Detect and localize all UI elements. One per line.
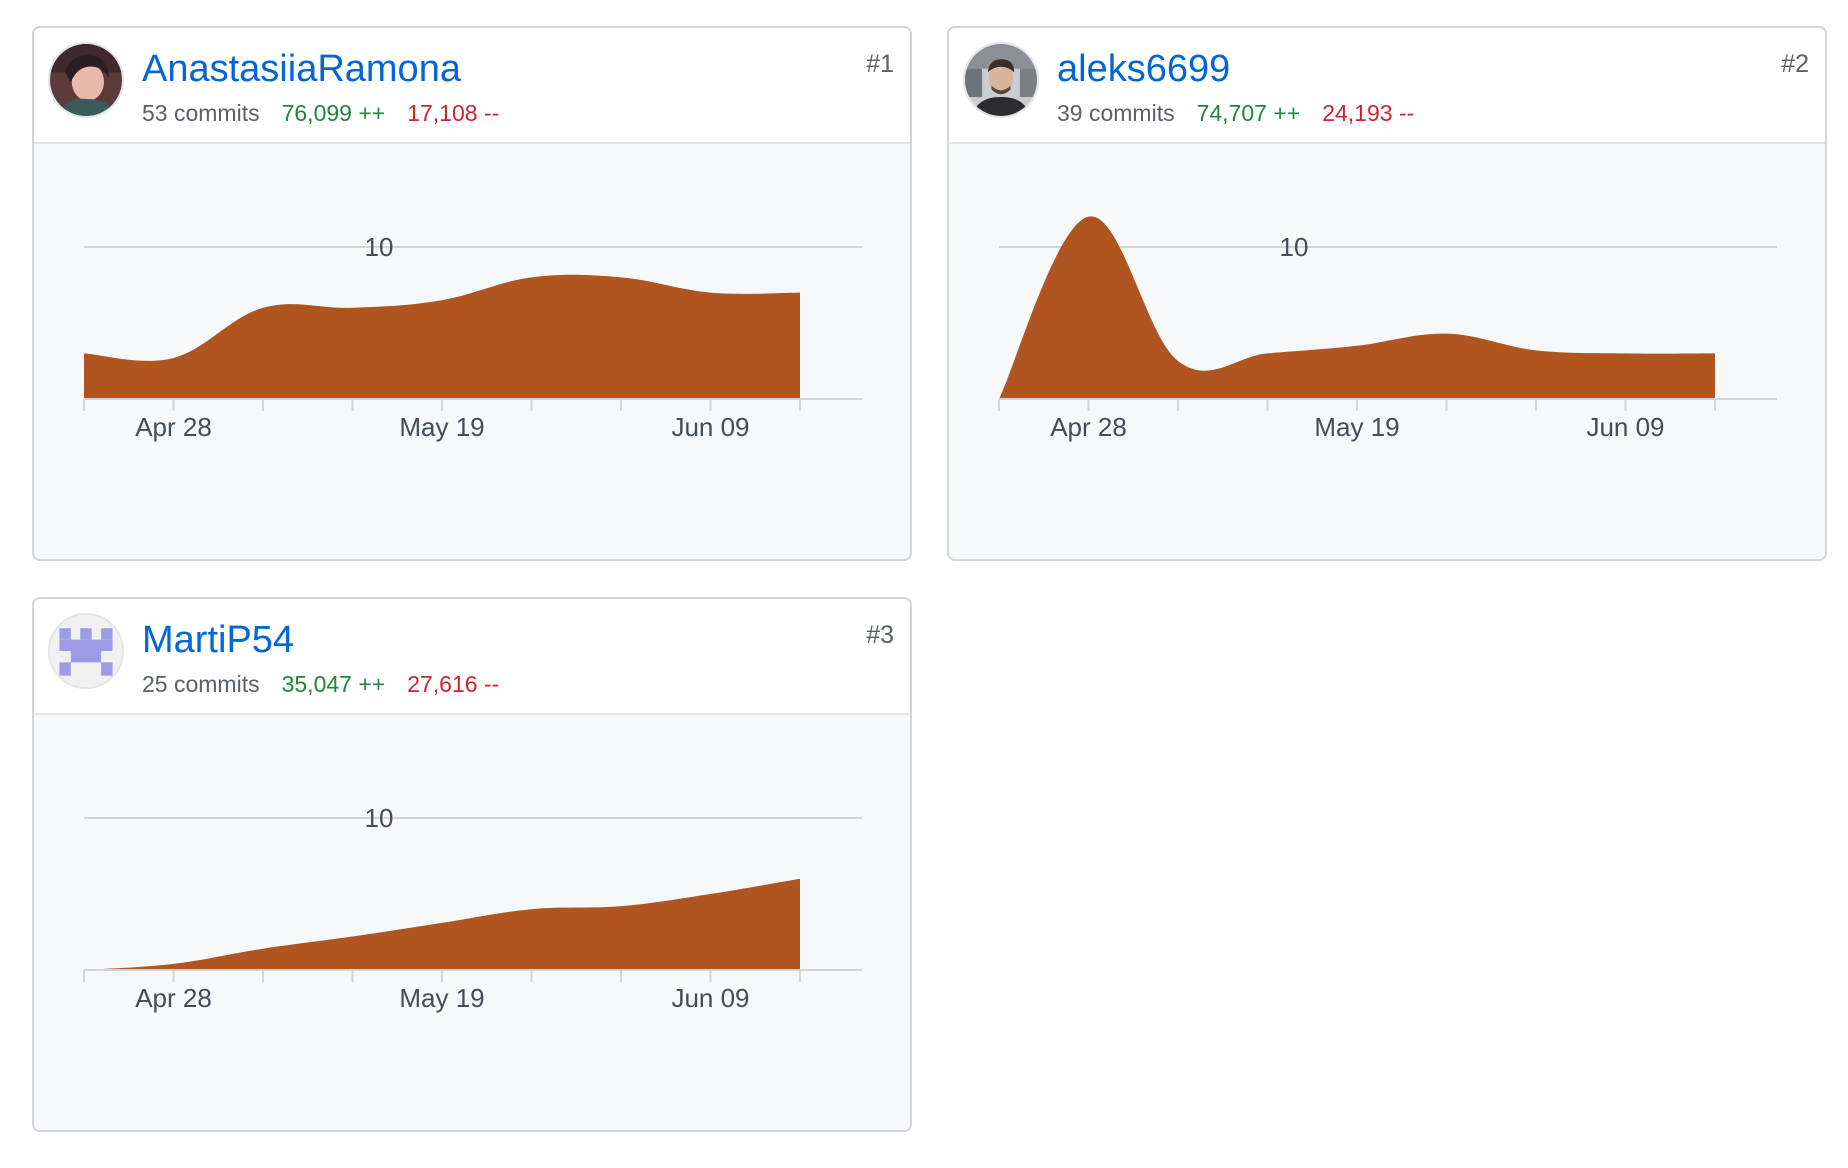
commit-area-series [999, 216, 1715, 399]
identicon-avatar-icon [50, 615, 122, 687]
username-link[interactable]: MartiP54 [142, 617, 294, 663]
contributor-card-1: AnastasiiaRamona 53 commits 76,099 ++ 17,1… [32, 26, 912, 561]
commit-count: 53 commits [142, 100, 260, 126]
y-tick-label: 10 [365, 803, 394, 833]
additions-count: 74,707 ++ [1196, 100, 1301, 126]
contributor-stats: 25 commits 35,047 ++ 27,616 -- [142, 669, 499, 699]
commit-activity-chart: 10 Apr 28 May 19 Jun 09 [83, 232, 862, 442]
deletions-count: 27,616 -- [407, 671, 500, 697]
additions-count: 76,099 ++ [281, 100, 386, 126]
additions-count: 35,047 ++ [281, 671, 386, 697]
x-tick-label: May 19 [399, 983, 484, 1013]
contributor-stats: 53 commits 76,099 ++ 17,108 -- [142, 98, 499, 128]
commit-count: 39 commits [1057, 100, 1175, 126]
avatar[interactable] [48, 613, 124, 689]
commit-area-series [84, 274, 800, 399]
rank-label: #1 [866, 50, 894, 78]
avatar[interactable] [48, 42, 124, 118]
commit-activity-chart: 10 Apr 28 May 19 Jun 09 [998, 216, 1777, 442]
username-link[interactable]: AnastasiiaRamona [142, 46, 461, 92]
rank-label: #3 [866, 621, 894, 649]
user-photo-avatar-icon [50, 44, 122, 116]
commit-activity-chart: 10 Apr 28 May 19 Jun 09 [83, 803, 862, 1013]
x-tick-label: Apr 28 [1050, 412, 1127, 442]
x-tick-label: Apr 28 [135, 412, 212, 442]
user-photo-avatar-icon [965, 44, 1037, 116]
avatar[interactable] [963, 42, 1039, 118]
rank-label: #2 [1781, 50, 1809, 78]
x-tick-label: Jun 09 [671, 983, 749, 1013]
y-tick-label: 10 [365, 232, 394, 262]
x-tick-label: Apr 28 [135, 983, 212, 1013]
commit-count: 25 commits [142, 671, 260, 697]
card-header: MartiP54 25 commits 35,047 ++ 27,616 -- #3 [34, 599, 910, 715]
x-tick-label: May 19 [1314, 412, 1399, 442]
commit-area-series [84, 878, 800, 970]
username-link[interactable]: aleks6699 [1057, 46, 1230, 92]
contributor-card-2: aleks6699 39 commits 74,707 ++ 24,193 -- #… [947, 26, 1827, 561]
y-tick-label: 10 [1280, 232, 1309, 262]
card-header: AnastasiiaRamona 53 commits 76,099 ++ 17,1… [34, 28, 910, 144]
card-header: aleks6699 39 commits 74,707 ++ 24,193 -- #… [949, 28, 1825, 144]
deletions-count: 24,193 -- [1322, 100, 1415, 126]
contributor-card-3: MartiP54 25 commits 35,047 ++ 27,616 -- #3… [32, 597, 912, 1132]
contributor-stats: 39 commits 74,707 ++ 24,193 -- [1057, 98, 1414, 128]
x-tick-label: Jun 09 [1586, 412, 1664, 442]
deletions-count: 17,108 -- [407, 100, 500, 126]
x-tick-label: Jun 09 [671, 412, 749, 442]
x-tick-label: May 19 [399, 412, 484, 442]
